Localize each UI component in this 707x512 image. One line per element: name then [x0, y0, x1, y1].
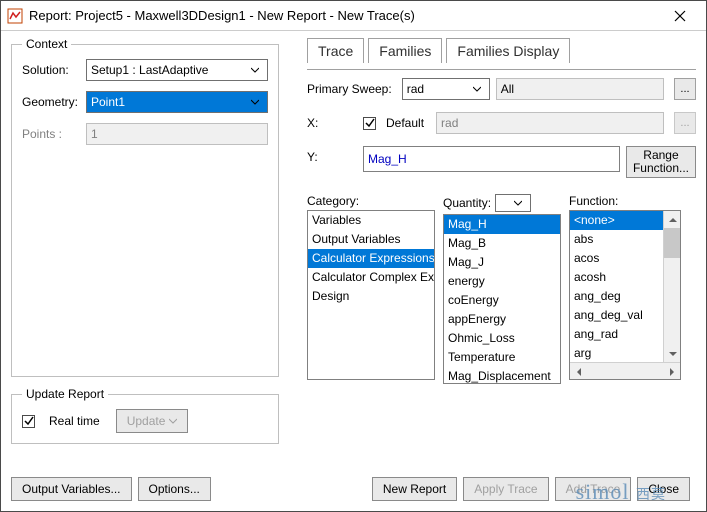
list-item[interactable]: Mag_B: [444, 234, 560, 253]
list-item[interactable]: Variables: [308, 211, 434, 230]
primary-sweep-row: Primary Sweep: rad All ...: [307, 78, 696, 100]
x-default-checkbox[interactable]: [363, 117, 376, 130]
function-scrollbar-v[interactable]: [663, 211, 680, 362]
chevron-down-icon: [247, 95, 263, 109]
points-label: Points :: [22, 127, 86, 141]
update-button[interactable]: Update: [116, 409, 189, 433]
output-variables-button[interactable]: Output Variables...: [11, 477, 132, 501]
list-item[interactable]: Ohmic_Loss: [444, 329, 560, 348]
list-item[interactable]: Output Variables: [308, 230, 434, 249]
function-label: Function:: [569, 194, 681, 208]
list-item[interactable]: coEnergy: [444, 291, 560, 310]
tab-trace[interactable]: Trace: [307, 38, 364, 63]
x-row: X: Default rad ...: [307, 112, 696, 134]
report-dialog: Report: Project5 - Maxwell3DDesign1 - Ne…: [0, 0, 707, 512]
points-row: Points : 1: [22, 123, 268, 145]
x-label: X:: [307, 116, 357, 130]
category-listbox[interactable]: VariablesOutput VariablesCalculator Expr…: [307, 210, 435, 380]
list-item[interactable]: Calculator Expressions: [308, 249, 434, 268]
chevron-down-icon: [510, 196, 526, 210]
primary-sweep-combo[interactable]: rad: [402, 78, 490, 100]
chevron-down-icon: [165, 414, 177, 428]
category-label: Category:: [307, 194, 435, 208]
list-item[interactable]: Calculator Complex Expressions: [308, 268, 434, 287]
tab-strip: Trace Families Families Display: [307, 37, 696, 62]
options-button[interactable]: Options...: [138, 477, 211, 501]
quantity-column: Quantity: Mag_HMag_BMag_JenergycoEnergya…: [443, 194, 561, 384]
close-icon: [674, 10, 686, 22]
primary-sweep-label: Primary Sweep:: [307, 82, 392, 96]
new-report-button[interactable]: New Report: [372, 477, 457, 501]
scroll-left-icon[interactable]: [570, 363, 587, 380]
solution-combo[interactable]: Setup1 : LastAdaptive: [86, 59, 268, 81]
app-icon: [7, 8, 23, 24]
titlebar: Report: Project5 - Maxwell3DDesign1 - Ne…: [1, 1, 706, 31]
tab-families[interactable]: Families: [368, 38, 442, 63]
list-item[interactable]: Mag_Displacement: [444, 367, 560, 384]
close-button[interactable]: Close: [637, 477, 690, 501]
context-group: Context Solution: Setup1 : LastAdaptive …: [11, 37, 279, 377]
chevron-down-icon: [469, 82, 485, 96]
quantity-label: Quantity:: [443, 194, 561, 212]
quantity-filter-combo[interactable]: [495, 194, 531, 212]
realtime-label: Real time: [49, 414, 100, 428]
geometry-row: Geometry: Point1: [22, 91, 268, 113]
x-browse-button: ...: [674, 112, 696, 134]
geometry-label: Geometry:: [22, 95, 86, 109]
right-column: Trace Families Families Display Primary …: [307, 37, 696, 384]
solution-row: Solution: Setup1 : LastAdaptive: [22, 59, 268, 81]
scroll-thumb[interactable]: [664, 228, 680, 258]
chevron-down-icon: [247, 63, 263, 77]
update-report-group: Update Report Real time Update: [11, 387, 279, 444]
apply-trace-button[interactable]: Apply Trace: [463, 477, 548, 501]
scroll-right-icon[interactable]: [663, 363, 680, 380]
window-title: Report: Project5 - Maxwell3DDesign1 - Ne…: [29, 8, 660, 23]
list-item[interactable]: appEnergy: [444, 310, 560, 329]
function-column: Function: <none>absacosacoshang_degang_d…: [569, 194, 681, 384]
function-scrollbar-h[interactable]: [570, 362, 680, 379]
function-listbox[interactable]: <none>absacosacoshang_degang_deg_valang_…: [569, 210, 681, 380]
primary-scope-browse-button[interactable]: ...: [674, 78, 696, 100]
list-item[interactable]: Design: [308, 287, 434, 306]
scroll-up-icon[interactable]: [664, 211, 681, 228]
context-legend: Context: [22, 37, 71, 51]
realtime-checkbox[interactable]: [22, 415, 35, 428]
y-value-field[interactable]: Mag_H: [363, 146, 620, 172]
left-column: Context Solution: Setup1 : LastAdaptive …: [11, 37, 279, 454]
x-value-field: rad: [436, 112, 664, 134]
check-icon: [365, 118, 375, 128]
list-item[interactable]: Mag_J: [444, 253, 560, 272]
list-item[interactable]: energy: [444, 272, 560, 291]
points-field: 1: [86, 123, 268, 145]
list-item[interactable]: Mag_H: [444, 215, 560, 234]
geometry-combo[interactable]: Point1: [86, 91, 268, 113]
client-area: Context Solution: Setup1 : LastAdaptive …: [1, 31, 706, 511]
y-label: Y:: [307, 146, 357, 178]
add-trace-button[interactable]: Add Trace: [555, 477, 632, 501]
range-function-button[interactable]: Range Function...: [626, 146, 696, 178]
bottom-bar: Output Variables... Options... New Repor…: [11, 477, 696, 501]
category-column: Category: VariablesOutput VariablesCalcu…: [307, 194, 435, 384]
window-close-button[interactable]: [660, 2, 700, 30]
quantity-listbox[interactable]: Mag_HMag_BMag_JenergycoEnergyappEnergyOh…: [443, 214, 561, 384]
y-row: Y: Mag_H Range Function...: [307, 146, 696, 178]
solution-label: Solution:: [22, 63, 86, 77]
tab-families-display[interactable]: Families Display: [446, 38, 570, 63]
lists-area: Category: VariablesOutput VariablesCalcu…: [307, 194, 696, 384]
scroll-down-icon[interactable]: [664, 345, 681, 362]
x-default-label: Default: [386, 116, 424, 130]
list-item[interactable]: Temperature: [444, 348, 560, 367]
check-icon: [24, 416, 34, 426]
update-legend: Update Report: [22, 387, 108, 401]
primary-scope-field: All: [496, 78, 664, 100]
